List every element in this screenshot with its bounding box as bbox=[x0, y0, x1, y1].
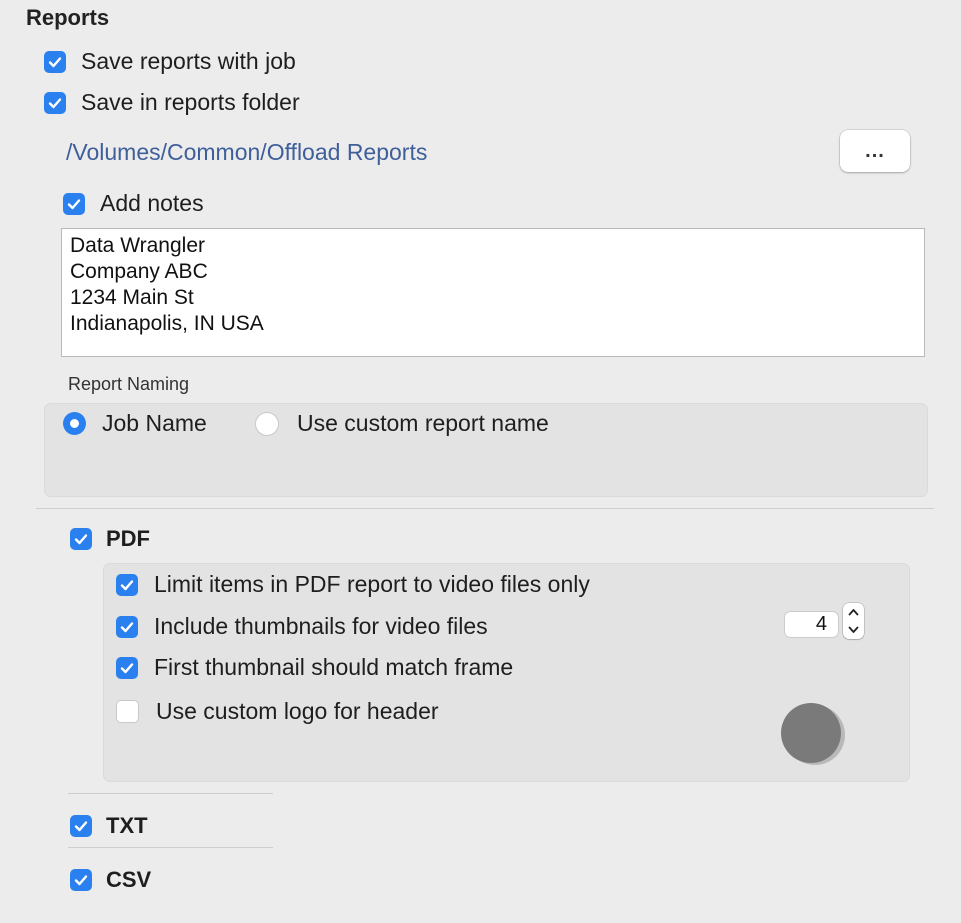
checkmark-icon bbox=[67, 198, 81, 209]
txt-option[interactable]: TXT bbox=[70, 813, 148, 839]
pdf-checkbox[interactable] bbox=[70, 528, 92, 550]
notes-textarea[interactable]: Data Wrangler Company ABC 1234 Main St I… bbox=[61, 228, 925, 357]
checkmark-icon bbox=[74, 875, 88, 886]
save-in-folder-label: Save in reports folder bbox=[81, 89, 300, 115]
pdf-option[interactable]: PDF bbox=[70, 526, 150, 552]
csv-label: CSV bbox=[106, 867, 152, 892]
add-notes-checkbox[interactable] bbox=[63, 192, 85, 215]
first-thumb-checkbox[interactable] bbox=[116, 656, 138, 679]
divider bbox=[36, 508, 934, 509]
report-naming-label: Report Naming bbox=[68, 374, 190, 394]
logo-placeholder-icon bbox=[781, 703, 841, 763]
notes-line: Data Wrangler bbox=[70, 234, 206, 257]
txt-label: TXT bbox=[106, 813, 148, 838]
checkmark-icon bbox=[48, 97, 62, 108]
checkmark-icon bbox=[74, 534, 88, 545]
thumbnails-label: Include thumbnails for video files bbox=[154, 613, 488, 639]
limit-video-option[interactable]: Limit items in PDF report to video files… bbox=[116, 571, 590, 598]
job-name-label: Job Name bbox=[102, 410, 207, 436]
limit-video-label: Limit items in PDF report to video files… bbox=[154, 571, 590, 597]
radio-dot-icon bbox=[70, 419, 79, 428]
pdf-label: PDF bbox=[106, 526, 150, 551]
browse-folder-button[interactable]: ... bbox=[840, 130, 910, 172]
section-title: Reports bbox=[26, 5, 110, 30]
job-name-radio-option[interactable]: Job Name bbox=[63, 410, 207, 437]
custom-name-label: Use custom report name bbox=[297, 410, 549, 436]
reports-folder-path[interactable]: /Volumes/Common/Offload Reports bbox=[66, 139, 427, 166]
checkmark-icon bbox=[120, 579, 134, 590]
csv-option[interactable]: CSV bbox=[70, 867, 151, 893]
custom-name-radio-option[interactable]: Use custom report name bbox=[255, 410, 549, 437]
checkmark-icon bbox=[120, 662, 134, 673]
csv-checkbox[interactable] bbox=[70, 869, 92, 891]
notes-line: 1234 Main St bbox=[70, 286, 194, 309]
custom-logo-label: Use custom logo for header bbox=[156, 698, 439, 724]
custom-logo-option[interactable]: Use custom logo for header bbox=[116, 698, 439, 725]
save-in-folder-checkbox[interactable] bbox=[44, 91, 66, 114]
txt-checkbox[interactable] bbox=[70, 815, 92, 837]
thumbnails-option[interactable]: Include thumbnails for video files bbox=[116, 613, 488, 640]
divider bbox=[68, 847, 273, 848]
job-name-radio[interactable] bbox=[63, 412, 86, 435]
divider bbox=[68, 793, 273, 794]
chevron-up-icon[interactable] bbox=[848, 608, 859, 616]
save-with-job-checkbox[interactable] bbox=[44, 50, 66, 73]
limit-video-checkbox[interactable] bbox=[116, 573, 138, 596]
save-with-job-label: Save reports with job bbox=[81, 48, 296, 74]
checkmark-icon bbox=[74, 821, 88, 832]
chevron-down-icon[interactable] bbox=[848, 626, 859, 634]
checkmark-icon bbox=[120, 621, 134, 632]
save-with-job-option[interactable]: Save reports with job bbox=[44, 48, 296, 75]
notes-line: Indianapolis, IN USA bbox=[70, 312, 264, 335]
save-in-folder-option[interactable]: Save in reports folder bbox=[44, 89, 300, 116]
custom-name-radio[interactable] bbox=[255, 411, 279, 436]
custom-logo-checkbox[interactable] bbox=[116, 700, 139, 723]
add-notes-option[interactable]: Add notes bbox=[63, 190, 204, 217]
first-thumb-option[interactable]: First thumbnail should match frame bbox=[116, 654, 513, 681]
add-notes-label: Add notes bbox=[100, 190, 204, 216]
notes-line: Company ABC bbox=[70, 260, 208, 283]
thumbnails-checkbox[interactable] bbox=[116, 615, 138, 638]
first-thumb-label: First thumbnail should match frame bbox=[154, 654, 514, 680]
thumbnail-count-stepper[interactable] bbox=[843, 603, 864, 639]
checkmark-icon bbox=[48, 56, 62, 67]
thumbnail-count-field[interactable]: 4 bbox=[785, 612, 838, 637]
logo-image-well[interactable] bbox=[781, 703, 849, 765]
